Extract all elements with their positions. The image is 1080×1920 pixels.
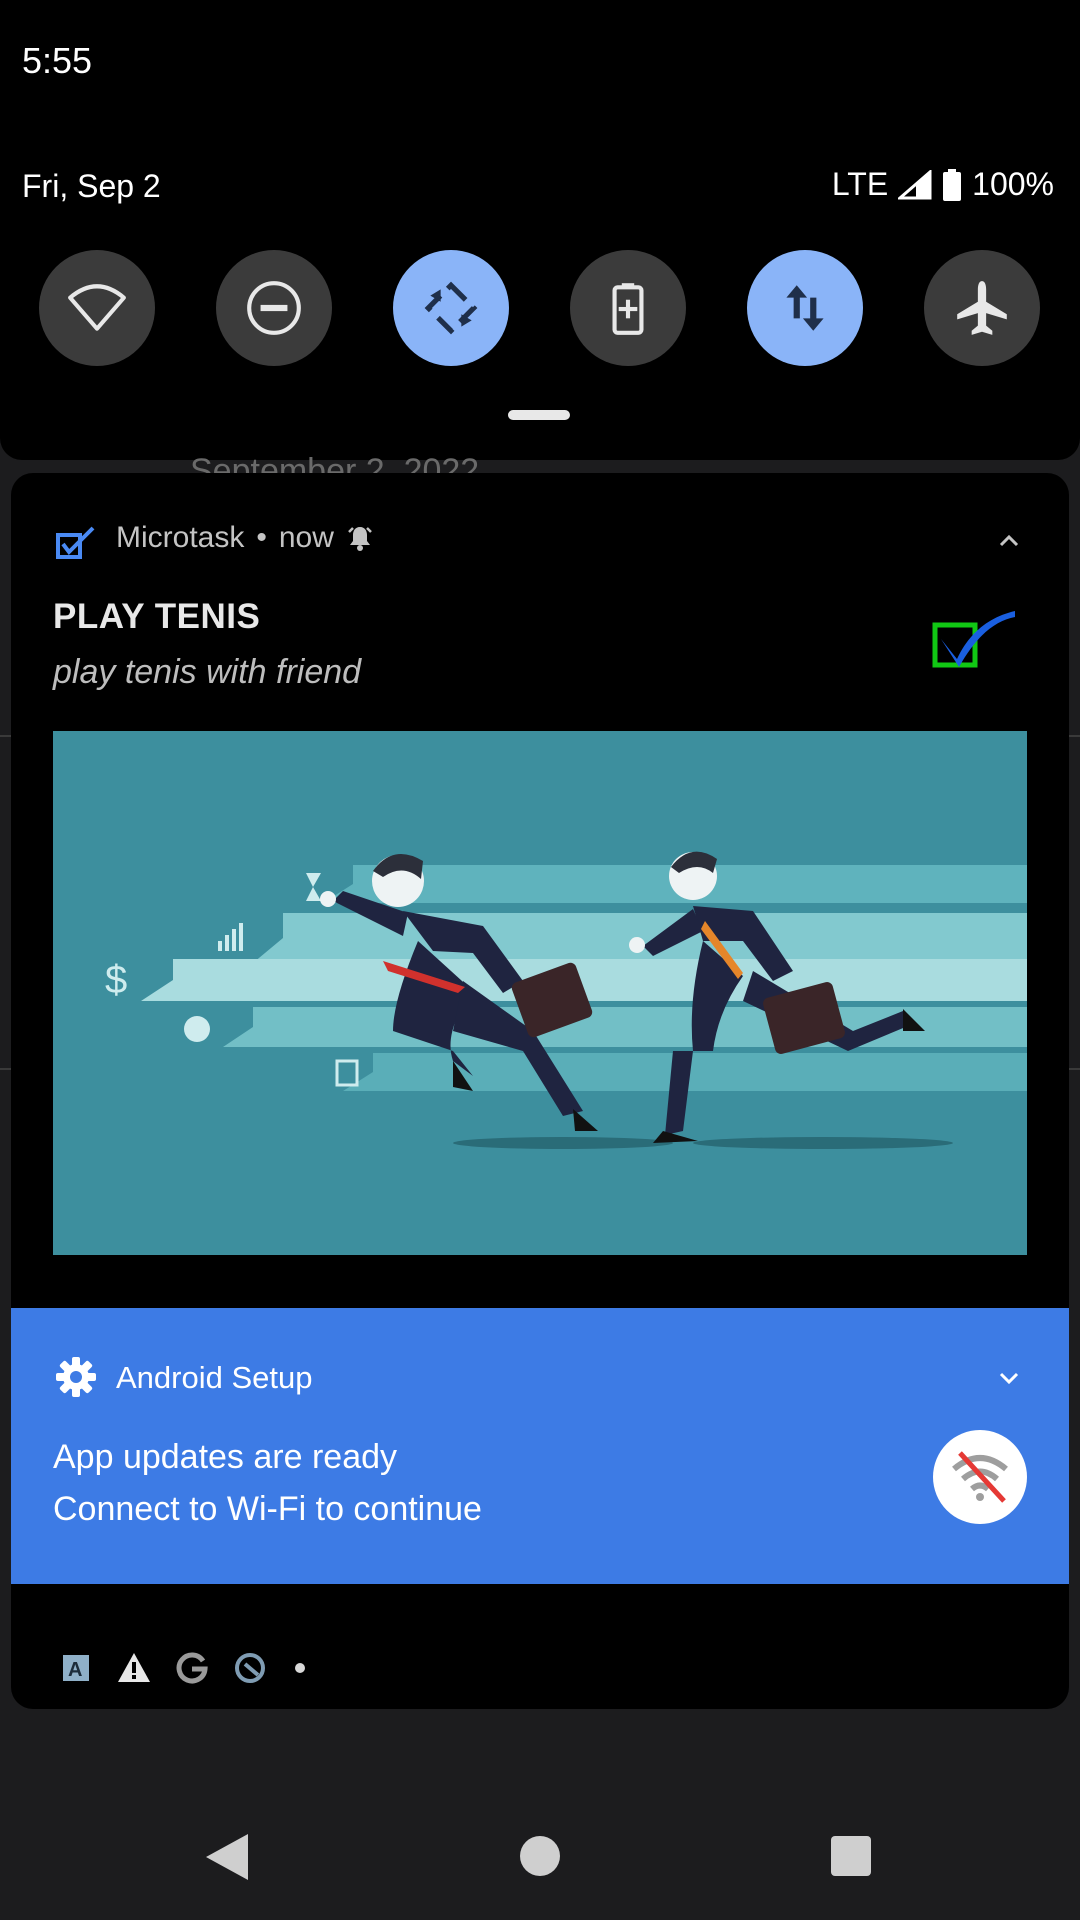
google-g-icon <box>176 1652 208 1684</box>
notification-time: now <box>278 521 334 554</box>
airplane-icon <box>957 281 1007 335</box>
status-clock: 5:55 <box>22 40 93 81</box>
quick-settings-panel: 5:55 Fri, Sep 2 LTE 100% <box>0 0 1080 460</box>
svg-text:A: A <box>68 1659 82 1681</box>
wifi-icon <box>68 284 126 331</box>
notification-title: App updates are ready <box>53 1438 398 1476</box>
auto-rotate-tile[interactable] <box>393 250 509 366</box>
notification-header: Microtask • now <box>116 521 374 555</box>
data-arrows-icon <box>786 285 824 331</box>
back-button[interactable] <box>206 1834 248 1880</box>
wifi-tile[interactable] <box>39 250 155 366</box>
microtask-notification[interactable]: Microtask • now PLAY TENIS play tenis wi… <box>11 473 1069 1308</box>
svg-text:$: $ <box>105 958 127 1002</box>
notification-text: play tenis with friend <box>53 653 362 691</box>
businessmen-running-illustration: $ <box>53 731 1027 1255</box>
more-dot-icon <box>295 1663 305 1673</box>
battery-saver-icon <box>612 283 644 335</box>
panel-drag-handle[interactable] <box>508 410 570 420</box>
android-setup-notification[interactable]: Android Setup App updates are ready Conn… <box>11 1308 1069 1584</box>
network-type: LTE <box>831 166 889 202</box>
dnd-icon <box>247 281 301 335</box>
signal-icon <box>898 169 932 199</box>
mobile-data-tile[interactable] <box>747 250 863 366</box>
data-saver-icon <box>235 1653 265 1683</box>
airplane-mode-tile[interactable] <box>924 250 1040 366</box>
wifi-off-icon <box>952 1451 1008 1503</box>
battery-icon <box>943 168 962 201</box>
notification-title: PLAY TENIS <box>53 597 261 636</box>
recents-button[interactable] <box>831 1836 871 1876</box>
dnd-tile[interactable] <box>216 250 332 366</box>
gear-icon <box>56 1357 96 1397</box>
chevron-down-icon[interactable] <box>993 1362 1025 1394</box>
wifi-off-badge <box>933 1430 1027 1524</box>
notification-overflow-icons[interactable]: A <box>59 1651 305 1685</box>
alarm-bell-icon <box>348 527 372 551</box>
notification-app-name: Android Setup <box>116 1360 313 1395</box>
warning-icon <box>118 1653 150 1682</box>
home-button[interactable] <box>520 1836 560 1876</box>
header-separator: • <box>256 521 267 554</box>
checkbox-icon <box>56 526 95 559</box>
status-icons: LTE 100% <box>832 166 1054 203</box>
notification-shade: Microtask • now PLAY TENIS play tenis wi… <box>11 473 1069 1709</box>
rotate-icon <box>424 281 478 335</box>
battery-percent: 100% <box>972 166 1054 202</box>
accessibility-a-icon: A <box>63 1655 89 1681</box>
chevron-up-icon[interactable] <box>993 525 1025 557</box>
large-checkbox-icon <box>932 611 1015 668</box>
status-date: Fri, Sep 2 <box>22 168 161 204</box>
notification-text: Connect to Wi-Fi to continue <box>53 1490 482 1528</box>
battery-saver-tile[interactable] <box>570 250 686 366</box>
app-name: Microtask <box>116 521 245 554</box>
